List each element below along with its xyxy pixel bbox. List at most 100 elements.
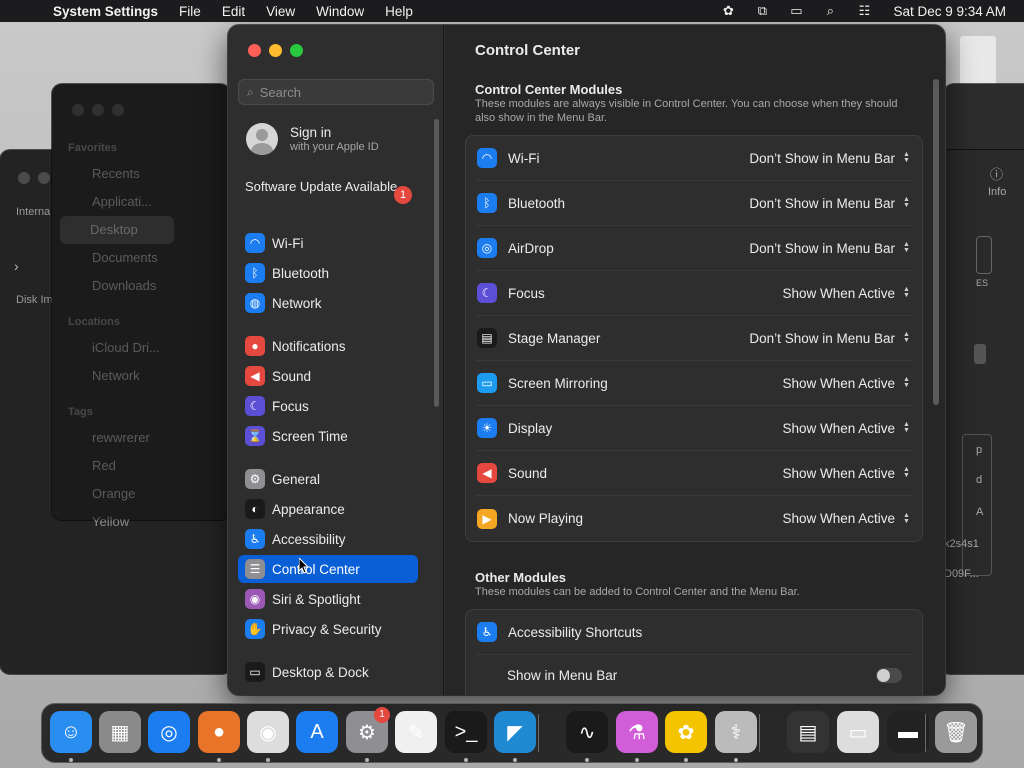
disk-label-internal: Interna: [16, 206, 51, 218]
menu-edit[interactable]: Edit: [222, 4, 245, 19]
dock-potion-app[interactable]: ⚗: [616, 711, 658, 753]
dock-vscode[interactable]: ◤: [494, 711, 536, 753]
dock-app-store[interactable]: A: [296, 711, 338, 753]
sidebar-item-appearance[interactable]: ◐ Appearance: [238, 495, 418, 523]
menu-help[interactable]: Help: [385, 4, 413, 19]
running-indicator: [585, 758, 589, 762]
running-indicator: [513, 758, 517, 762]
gear-icon: ⚙: [245, 469, 265, 489]
module-visibility-select[interactable]: Show When Active ▲ ▼: [782, 286, 912, 301]
menu-window[interactable]: Window: [316, 4, 364, 19]
search-input[interactable]: ⌕ Search: [238, 79, 434, 105]
sidebar-item-bluetooth[interactable]: ᛒ Bluetooth: [238, 259, 418, 287]
stage-manager-icon: ▤: [477, 328, 497, 348]
module-row-airdrop: ◎ AirDrop Don’t Show in Menu Bar ▲ ▼: [476, 226, 912, 271]
dock-bee-app[interactable]: ✿: [665, 711, 707, 753]
sidebar-item-label: Appearance: [272, 501, 345, 517]
module-row-bluetooth: ᛒ Bluetooth Don’t Show in Menu Bar ▲ ▼: [476, 181, 912, 226]
module-label: Bluetooth: [508, 195, 566, 211]
module-visibility-select[interactable]: Show When Active ▲ ▼: [782, 421, 912, 436]
chevron-updown-icon: ▲ ▼: [903, 151, 910, 164]
sidebar-scrollbar[interactable]: [434, 119, 439, 407]
dock-preview-window-1[interactable]: ▤: [787, 711, 829, 753]
module-visibility-select[interactable]: Show When Active ▲ ▼: [782, 466, 912, 481]
accessibility-icon: ♿: [477, 622, 497, 642]
dock-activity-monitor[interactable]: ∿: [566, 711, 608, 753]
sidebar-item-accessibility[interactable]: ♿ Accessibility: [238, 525, 418, 553]
minimize-window-button[interactable]: [269, 44, 282, 57]
dock-trash[interactable]: 🗑: [935, 711, 977, 753]
info-icon[interactable]: ⓘ: [990, 164, 1003, 183]
dock-firefox[interactable]: ●: [198, 711, 240, 753]
running-indicator: [464, 758, 468, 762]
sidebar-item-label: Siri & Spotlight: [272, 591, 361, 607]
info-button[interactable]: [974, 344, 986, 364]
module-visibility-select[interactable]: Show When Active ▲ ▼: [782, 376, 912, 391]
module-visibility-value: Show When Active: [782, 285, 895, 301]
sidebar-item-wi-fi[interactable]: ◠ Wi-Fi: [238, 229, 418, 257]
control-center-status-icon[interactable]: ☷: [855, 3, 873, 18]
mouse-cursor-icon: [299, 558, 309, 574]
dock-chrome[interactable]: ◉: [247, 711, 289, 753]
module-visibility-select[interactable]: Show When Active ▲ ▼: [782, 511, 912, 526]
content-scrollbar[interactable]: [933, 79, 939, 405]
sidebar-item-focus[interactable]: ☾ Focus: [238, 392, 418, 420]
module-visibility-value: Don’t Show in Menu Bar: [749, 195, 895, 211]
sidebar-item-network[interactable]: ◍ Network: [238, 289, 418, 317]
sidebar-item-label: General: [272, 471, 321, 487]
signin-subtitle: with your Apple ID: [290, 141, 379, 153]
control-center-icon: ☰: [245, 559, 265, 579]
speaker-icon: ◀: [477, 463, 497, 483]
running-indicator: [217, 758, 221, 762]
sidebar-item-screen-time[interactable]: ⌛ Screen Time: [238, 422, 418, 450]
globe-icon: ◍: [245, 293, 265, 313]
menu-file[interactable]: File: [179, 4, 201, 19]
info-cell: k2s4s1: [944, 538, 979, 550]
screen-share-icon[interactable]: ⧉: [753, 3, 771, 18]
running-indicator: [635, 758, 639, 762]
sidebar-item-privacy-and-security[interactable]: ✋ Privacy & Security: [238, 615, 418, 643]
hourglass-icon: ⌛: [245, 426, 265, 446]
settings-sidebar: ⌕ Search Sign in with your Apple ID Soft…: [228, 25, 444, 695]
sidebar-item-general[interactable]: ⚙ General: [238, 465, 418, 493]
info-cell: d: [976, 474, 983, 486]
bluetooth-icon: ᛒ: [477, 193, 497, 213]
module-visibility-value: Don’t Show in Menu Bar: [749, 240, 895, 256]
zoom-window-button[interactable]: [290, 44, 303, 57]
sidebar-item-control-center[interactable]: ☰ Control Center: [238, 555, 418, 583]
apple-id-signin[interactable]: Sign in with your Apple ID: [246, 123, 379, 155]
sidebar-item-sound[interactable]: ◀ Sound: [238, 362, 418, 390]
dock-terminal[interactable]: >_: [445, 711, 487, 753]
stage-manager-status-icon[interactable]: ▭: [787, 3, 805, 18]
module-visibility-select[interactable]: Don’t Show in Menu Bar ▲ ▼: [749, 196, 912, 211]
module-row-wi-fi: ◠ Wi-Fi Don’t Show in Menu Bar ▲ ▼: [476, 136, 912, 181]
search-icon[interactable]: ⌕: [821, 3, 839, 18]
dock-finder[interactable]: ☺: [50, 711, 92, 753]
dock-preview-window-2[interactable]: ▭: [837, 711, 879, 753]
dock-separator: [538, 714, 539, 752]
menu-view[interactable]: View: [266, 4, 295, 19]
show-in-menu-bar-toggle[interactable]: [876, 667, 902, 683]
clock[interactable]: Sat Dec 9 9:34 AM: [893, 4, 1006, 19]
moon-icon: ☾: [477, 283, 497, 303]
sidebar-item-label: Network: [272, 295, 322, 311]
other-section-description: These modules can be added to Control Ce…: [475, 586, 800, 598]
close-window-button[interactable]: [248, 44, 261, 57]
sidebar-item-desktop-and-dock[interactable]: ▭ Desktop & Dock: [238, 658, 418, 686]
module-visibility-select[interactable]: Don’t Show in Menu Bar ▲ ▼: [749, 151, 912, 166]
sidebar-item-siri-and-spotlight[interactable]: ◉ Siri & Spotlight: [238, 585, 418, 613]
dock-textedit[interactable]: ✎: [395, 711, 437, 753]
chevron-right-icon[interactable]: ›: [14, 258, 19, 274]
dock-disk-utility[interactable]: ⚕: [715, 711, 757, 753]
chevron-updown-icon: ▲ ▼: [903, 286, 910, 299]
sidebar-item-notifications[interactable]: ● Notifications: [238, 332, 418, 360]
dock-preview-window-3[interactable]: ▬: [887, 711, 929, 753]
module-visibility-select[interactable]: Don’t Show in Menu Bar ▲ ▼: [749, 241, 912, 256]
app-menu[interactable]: System Settings: [53, 4, 158, 19]
bee-status-icon[interactable]: ✿: [719, 3, 737, 18]
dock-safari[interactable]: ◎: [148, 711, 190, 753]
module-visibility-select[interactable]: Don’t Show in Menu Bar ▲ ▼: [749, 331, 912, 346]
dock-launchpad[interactable]: ▦: [99, 711, 141, 753]
module-label: Now Playing: [508, 511, 584, 526]
chevron-updown-icon: ▲ ▼: [903, 466, 910, 479]
